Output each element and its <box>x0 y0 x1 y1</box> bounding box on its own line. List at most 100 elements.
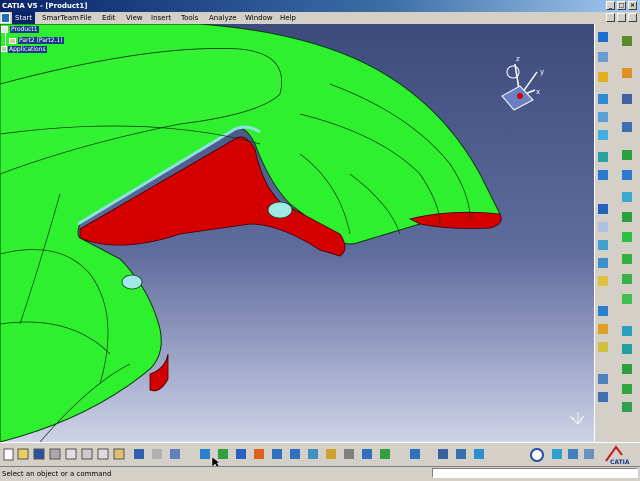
sketcher-icon <box>598 32 608 42</box>
3d-viewport[interactable]: z y x x y Product1 Part2 (Part2.1) Appli… <box>0 24 594 442</box>
maximize-button[interactable]: □ <box>617 1 626 10</box>
close-surface-icon <box>622 170 632 180</box>
status-message: Select an object or a command <box>2 470 112 478</box>
fillet-icon <box>598 204 608 214</box>
inertia-icon <box>598 392 608 402</box>
title-bar: CATIA V5 - [Product1] _ □ × <box>0 0 640 12</box>
tree-node-product[interactable]: Product1 <box>10 26 39 33</box>
menu-start[interactable]: Start <box>12 12 36 24</box>
fit-all-icon <box>218 449 228 459</box>
update-icon <box>530 448 544 462</box>
part-icon[interactable] <box>9 38 16 44</box>
groove-icon <box>598 152 608 162</box>
pad-icon <box>598 94 608 104</box>
analysis-icon <box>438 449 448 459</box>
swap-space-icon <box>380 449 390 459</box>
boolean-icon <box>622 94 632 104</box>
quick-print-icon <box>65 448 77 460</box>
normal-view-icon <box>308 449 318 459</box>
shading-icon <box>344 449 354 459</box>
menu-smarteam[interactable]: SmarTeam <box>42 12 79 24</box>
blend-icon <box>622 294 632 304</box>
axis-y-label: y <box>580 416 583 422</box>
model-boss <box>267 201 293 219</box>
healing-icon <box>622 364 632 374</box>
copy-icon <box>97 448 109 460</box>
applications-icon[interactable] <box>1 46 7 52</box>
redo-icon <box>152 449 162 459</box>
compass-y-label: y <box>540 68 544 76</box>
compass-icon[interactable]: z y x <box>501 55 544 111</box>
formula-icon <box>568 449 578 459</box>
menu-insert[interactable]: Insert <box>151 12 171 24</box>
revolve-icon <box>622 232 632 242</box>
right-toolbar <box>594 24 640 442</box>
measure-between-icon <box>410 449 420 459</box>
plane-icon <box>598 72 608 82</box>
bottom-toolbar: CATIA <box>0 442 640 468</box>
menu-help[interactable]: Help <box>280 12 296 24</box>
menu-tools[interactable]: Tools <box>181 12 198 24</box>
menu-analyze[interactable]: Analyze <box>209 12 237 24</box>
tree-connector <box>5 32 6 46</box>
close-button[interactable]: × <box>628 1 637 10</box>
line-icon <box>598 52 608 62</box>
zoom-in-icon <box>272 449 282 459</box>
doc-close-button[interactable] <box>628 13 637 22</box>
model-boss <box>121 274 143 290</box>
sweep-icon <box>622 254 632 264</box>
axis-x-label: x <box>572 416 575 422</box>
pocket-icon <box>598 112 608 122</box>
extract-icon <box>622 402 632 412</box>
measure-icon <box>598 374 608 384</box>
open-icon <box>17 448 29 460</box>
knowledge-icon <box>474 449 484 459</box>
thickness-icon <box>598 276 608 286</box>
sew-icon <box>622 192 632 202</box>
app-icon[interactable] <box>1 13 10 23</box>
zoom-out-icon <box>290 449 300 459</box>
doc-restore-button[interactable] <box>617 13 626 22</box>
translate-icon <box>598 306 608 316</box>
tree-node-part[interactable]: Part2 (Part2.1) <box>18 37 64 44</box>
menu-file[interactable]: File <box>80 12 92 24</box>
paste-icon <box>113 448 125 460</box>
catalog-icon <box>456 449 466 459</box>
pattern-icon <box>598 342 608 352</box>
split-icon <box>622 122 632 132</box>
undo-icon <box>134 449 144 459</box>
catia-logo: CATIA <box>605 445 630 466</box>
minimize-button[interactable]: _ <box>606 1 615 10</box>
shaft-icon <box>598 130 608 140</box>
offset-icon <box>622 326 632 336</box>
compass-z-label: z <box>516 55 520 63</box>
cut-icon <box>81 448 93 460</box>
settings-icon <box>622 36 632 46</box>
toolbar-column-2[interactable] <box>622 36 632 412</box>
whats-this-icon <box>170 449 180 459</box>
fly-mode-icon <box>200 449 210 459</box>
join-icon <box>622 344 632 354</box>
toolbar-column-1[interactable] <box>598 32 608 402</box>
model-canvas[interactable]: z y x x y <box>0 24 594 442</box>
loft-icon <box>622 274 632 284</box>
parameters-icon <box>552 449 562 459</box>
compass-x-label: x <box>536 88 540 96</box>
quick-view-icon <box>326 449 336 459</box>
chamfer-icon <box>598 222 608 232</box>
command-input[interactable] <box>432 468 638 478</box>
save-icon <box>33 448 45 460</box>
rib-icon <box>598 170 608 180</box>
window-title: CATIA V5 - [Product1] <box>2 2 88 10</box>
thick-surface-icon <box>622 150 632 160</box>
menu-edit[interactable]: Edit <box>102 12 116 24</box>
print-icon <box>49 448 61 460</box>
hide-show-icon <box>362 449 372 459</box>
rotate-icon <box>254 449 264 459</box>
menu-window[interactable]: Window <box>245 12 273 24</box>
menu-view[interactable]: View <box>126 12 143 24</box>
doc-minimize-button[interactable] <box>606 13 615 22</box>
extrude-icon <box>622 212 632 222</box>
shell-icon <box>598 258 608 268</box>
tree-node-applications[interactable]: Applications <box>8 46 47 53</box>
